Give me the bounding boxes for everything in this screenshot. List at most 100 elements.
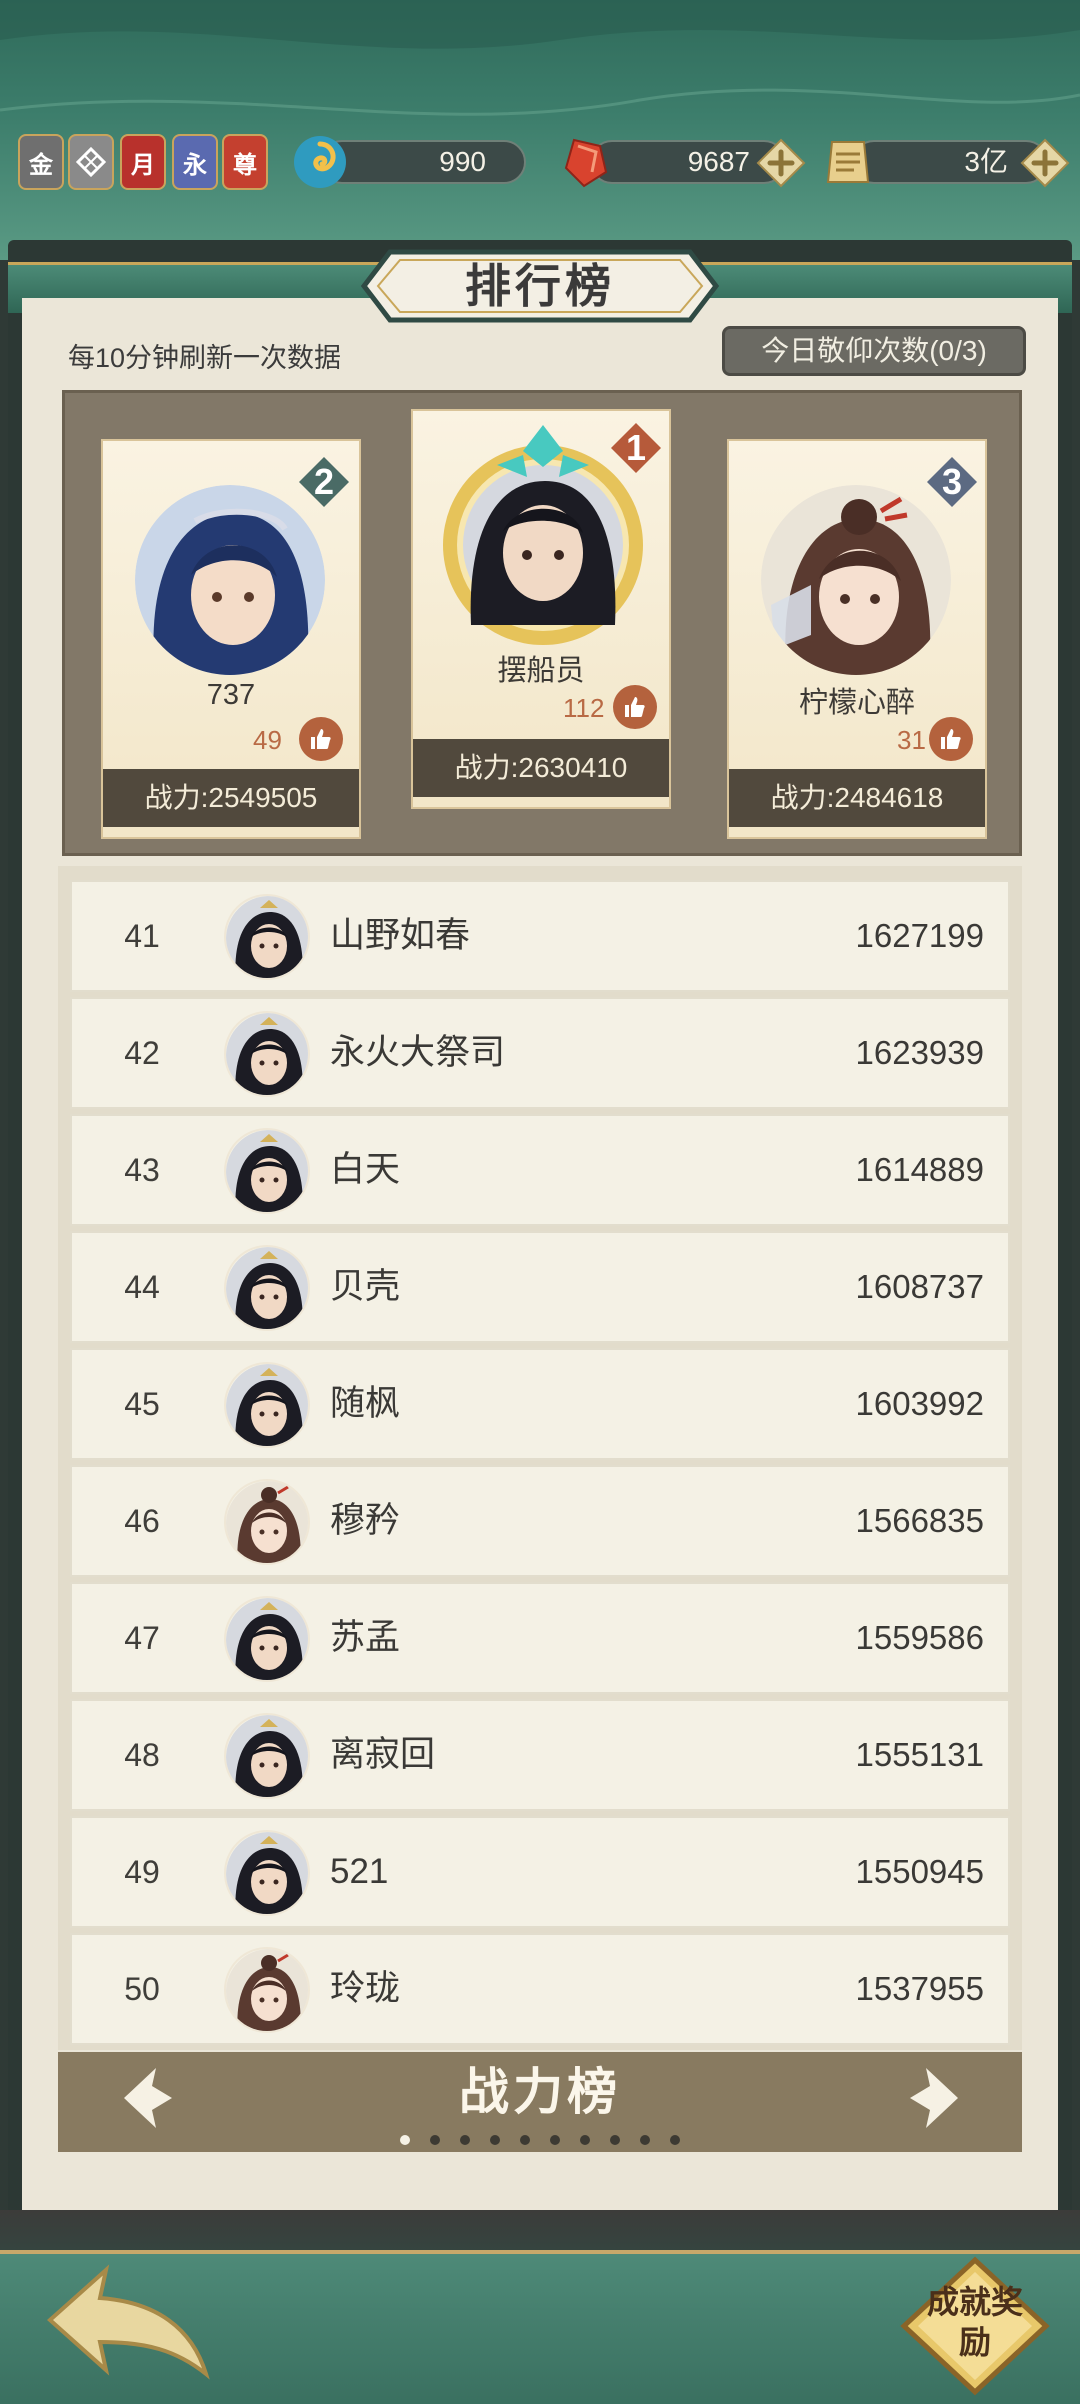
page-dot[interactable]	[520, 2135, 530, 2145]
rank-number: 3	[941, 461, 963, 502]
page-dot[interactable]	[670, 2135, 680, 2145]
avatar-male-icon[interactable]	[224, 1362, 310, 1448]
board-title: 战力榜	[459, 2064, 621, 2120]
badge-label: 永	[183, 151, 207, 179]
avatar-male-icon[interactable]	[224, 1245, 310, 1331]
gold-badge-icon[interactable]: 金	[18, 134, 64, 190]
badge-label: 月	[131, 151, 155, 179]
avatar	[135, 485, 325, 675]
badge-label: 金	[29, 151, 53, 179]
row-player-name: 白天	[330, 1150, 401, 1189]
page-title: 排行榜	[465, 260, 615, 312]
row-rank: 42	[124, 1035, 160, 1071]
permanent-card-badge-icon[interactable]: 永	[172, 134, 218, 190]
ranking-list[interactable]: 41 山野如春 1627199 42 永火大祭司 1623939 43 白天 1614889 44…	[58, 866, 1022, 2050]
thumbs-up-glyph	[625, 697, 645, 717]
row-rank: 49	[124, 1854, 160, 1890]
table-row[interactable]: 42 永火大祭司 1623939	[70, 997, 1010, 1109]
next-board-arrow-icon[interactable]	[898, 2062, 970, 2134]
thumbs-up-glyph	[941, 729, 961, 749]
table-row[interactable]: 49 521 1550945	[70, 1816, 1010, 1928]
row-rank: 48	[124, 1737, 160, 1773]
thumbs-up-icon[interactable]	[929, 717, 973, 761]
table-row[interactable]: 47 苏孟 1559586	[70, 1582, 1010, 1694]
row-player-name: 山野如春	[330, 916, 471, 955]
like-count: 31	[897, 725, 926, 755]
row-rank: 47	[124, 1620, 160, 1656]
swirl-energy-icon	[294, 136, 346, 188]
page-dot[interactable]	[610, 2135, 620, 2145]
table-row[interactable]: 48 离寂回 1555131	[70, 1699, 1010, 1811]
row-player-name: 随枫	[330, 1384, 401, 1423]
knot-icon	[76, 147, 106, 177]
table-row[interactable]: 46 穆矜 1566835	[70, 1465, 1010, 1577]
table-row[interactable]: 41 山野如春 1627199	[70, 880, 1010, 992]
avatar-female-icon[interactable]	[224, 1479, 310, 1565]
player-name: 737	[206, 679, 256, 711]
gems-value: 9687	[687, 146, 750, 177]
avatar-lady-with-hairpin-icon	[761, 485, 951, 675]
month-card-badge-icon[interactable]: 月	[120, 134, 166, 190]
board-switcher: 战力榜	[58, 2052, 1022, 2152]
page-dot[interactable]	[580, 2135, 590, 2145]
table-row[interactable]: 43 白天 1614889	[70, 1114, 1010, 1226]
red-crystal-icon	[564, 138, 608, 188]
achievement-reward-label: 成就奖励	[926, 2284, 1023, 2360]
avatar-male-icon[interactable]	[224, 1596, 310, 1682]
table-row[interactable]: 44 贝壳 1608737	[70, 1231, 1010, 1343]
table-row[interactable]: 45 随枫 1603992	[70, 1348, 1010, 1460]
avatar-male-icon[interactable]	[224, 1128, 310, 1214]
row-rank: 43	[124, 1152, 160, 1188]
thumbs-up-icon[interactable]	[613, 685, 657, 729]
rank-2-tag: 2	[297, 455, 351, 509]
worship-count-button[interactable]: 今日敬仰次数(0/3)	[722, 326, 1026, 376]
back-arrow-button[interactable]	[36, 2250, 236, 2390]
avatar-male-icon[interactable]	[224, 894, 310, 980]
page-dot[interactable]	[400, 2135, 410, 2145]
power-label: 战力:2630410	[413, 739, 669, 797]
avatar-blue-haired-lady-icon	[135, 485, 325, 675]
table-row[interactable]: 50 玲珑 1537955	[70, 1933, 1010, 2045]
badge-label: 尊	[233, 151, 257, 179]
player-name: 柠檬心醉	[798, 687, 915, 719]
power-label: 战力:2549505	[103, 769, 359, 827]
resource-bar: 金 月 永 尊 990 9687 3亿	[0, 130, 1080, 198]
row-rank: 45	[124, 1386, 160, 1422]
page-dot[interactable]	[640, 2135, 650, 2145]
row-rank: 44	[124, 1269, 160, 1305]
rank-number: 2	[313, 461, 335, 502]
jade-knot-badge-icon[interactable]	[68, 134, 114, 190]
page-dot[interactable]	[460, 2135, 470, 2145]
page-dot[interactable]	[550, 2135, 560, 2145]
podium-card-rank-2[interactable]: 2 737 49 战力:2549505	[101, 439, 361, 839]
avatar-female-icon[interactable]	[224, 1947, 310, 2033]
page-indicator	[58, 2132, 1022, 2148]
avatar-male-icon[interactable]	[224, 1011, 310, 1097]
podium-card-rank-1[interactable]: 1 摆船员 112 战力:2630410	[411, 409, 671, 809]
avatar-male-icon[interactable]	[224, 1830, 310, 1916]
row-power-value: 1603992	[855, 1385, 984, 1422]
row-power-value: 1566835	[855, 1502, 984, 1539]
avatar-male-icon[interactable]	[224, 1713, 310, 1799]
row-power-value: 1623939	[855, 1034, 984, 1071]
row-player-name: 离寂回	[330, 1735, 436, 1774]
row-power-value: 1550945	[855, 1853, 984, 1890]
podium-card-rank-3[interactable]: 3 柠檬心醉 31 战力:2484618	[727, 439, 987, 839]
page-dot[interactable]	[430, 2135, 440, 2145]
row-player-name: 穆矜	[330, 1501, 401, 1540]
page-dot[interactable]	[490, 2135, 500, 2145]
row-power-value: 1614889	[855, 1151, 984, 1188]
noble-badge-icon[interactable]: 尊	[222, 134, 268, 190]
rank-3-tag: 3	[925, 455, 979, 509]
row-power-value: 1537955	[855, 1970, 984, 2007]
thumbs-up-icon[interactable]	[299, 717, 343, 761]
row-player-name: 贝壳	[330, 1267, 401, 1306]
add-silver-button[interactable]	[1020, 138, 1070, 188]
player-name: 摆船员	[497, 655, 585, 687]
row-power-value: 1608737	[855, 1268, 984, 1305]
like-count: 49	[253, 725, 282, 755]
add-gems-button[interactable]	[756, 138, 806, 188]
top-three-podium: 2 737 49 战力:2549505 1 摆船员 112 战力:2630410…	[62, 390, 1022, 856]
power-label: 战力:2484618	[729, 769, 985, 827]
silver-value: 3亿	[964, 146, 1008, 177]
